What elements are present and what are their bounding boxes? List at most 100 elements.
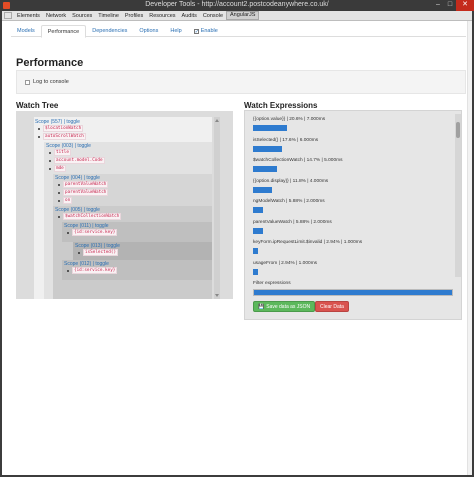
filter-label: Filter expressions (253, 281, 291, 286)
watch-expression-label: isSelected() | 17.6% | 6.000ms (253, 137, 319, 143)
watch-expression-row: isSelected() | 17.6% | 6.000ms (253, 137, 453, 152)
nav-options[interactable]: Options (133, 25, 164, 37)
enable-checkbox-icon[interactable]: ✓ (193, 29, 199, 35)
nav-dependencies[interactable]: Dependencies (86, 25, 133, 37)
watch-code: title (54, 149, 71, 156)
save-json-button[interactable]: 💾 Save data as JSON (253, 301, 316, 312)
watch-expression-bar (253, 207, 263, 213)
list-bullet (67, 232, 69, 234)
watch-expressions-heading: Watch Expressions (244, 101, 318, 110)
watch-vertical-scrollbar[interactable] (455, 114, 461, 277)
watch-expression-bar (253, 125, 287, 131)
enable-label: Enable (200, 28, 218, 34)
watch-code: on (63, 197, 73, 204)
watch-expression-bar (253, 268, 258, 275)
watch-expression-row: usageFrom | 2.94% | 1.000ms (253, 260, 453, 275)
watch-expressions-list[interactable]: {{option.value}} | 20.6% | 7.000ms isSele… (249, 114, 455, 277)
enable-toggle[interactable]: ✓ Enable (188, 25, 224, 37)
watch-expression-label: parentValueWatch | 5.88% | 2.000ms (253, 219, 332, 225)
watch-tree-scroll-area[interactable]: Scope (557) | toggle $locationWatch auto… (34, 117, 212, 299)
list-bullet (49, 152, 51, 154)
watch-expression-label: {{option.display}} | 11.8% | 4.000ms (253, 178, 329, 184)
scope-block: Scope (005) | toggle $watchCollectionWat… (53, 206, 212, 299)
watch-expression-row: {{option.display}} | 11.8% | 4.000ms (253, 178, 453, 193)
watch-code: isSelected() (83, 249, 119, 256)
watch-code: mde (54, 165, 66, 172)
watch-code: autoScrollWatch (43, 133, 86, 140)
watch-tree-heading: Watch Tree (16, 101, 59, 110)
log-options-box: Log to console (16, 70, 466, 94)
list-bullet (58, 192, 60, 194)
watch-expression-label: usageFrom | 2.94% | 1.000ms (253, 260, 318, 266)
watch-expression-row: {{option.value}} | 20.6% | 7.000ms (253, 117, 453, 131)
filter-expressions-input[interactable] (253, 289, 453, 296)
filter-bar-fill (254, 290, 452, 295)
scope-block: Scope (011) | toggle {id:service.key} (62, 222, 212, 242)
watch-expression-label: keyForm.ipRequestLimit.$invalid | 2.94% … (253, 240, 363, 245)
watch-tree-panel: Scope (557) | toggle $locationWatch auto… (16, 111, 233, 299)
list-bullet (58, 216, 60, 218)
watch-code: parentValueWatch (63, 189, 109, 196)
watch-expression-bar (253, 145, 283, 152)
tab-elements[interactable]: Elements (14, 13, 43, 19)
list-bullet (49, 160, 51, 162)
scope-block: Scope (004) | toggle parentValueWatch pa… (53, 174, 212, 299)
window-titlebar: Developer Tools - http://account2.postco… (0, 0, 474, 11)
scope-block: Scope (013) | toggle isSelected() (73, 242, 212, 260)
tab-console[interactable]: Console (200, 13, 226, 19)
list-bullet (67, 270, 69, 272)
tab-timeline[interactable]: Timeline (95, 13, 122, 19)
watch-expression-label: $watchCollectionWatch | 14.7% | 5.000ms (253, 158, 343, 163)
nav-models[interactable]: Models (11, 25, 41, 37)
watch-code: account.model.Code (54, 157, 105, 164)
watch-code: $locationWatch (43, 125, 84, 132)
batarang-nav: Models Performance Dependencies Options … (11, 25, 466, 38)
clear-data-button[interactable]: Clear Data (315, 301, 349, 312)
list-bullet (58, 200, 60, 202)
watch-expression-row: keyForm.ipRequestLimit.$invalid | 2.94% … (253, 240, 453, 254)
dock-icon[interactable] (4, 12, 12, 19)
watch-code: $watchCollectionWatch (63, 213, 122, 220)
watch-expression-row: ngModelWatch | 5.88% | 2.000ms (253, 199, 453, 213)
close-window-button[interactable]: ✕ (456, 0, 474, 11)
tab-resources[interactable]: Resources (146, 13, 178, 19)
tab-network[interactable]: Network (43, 13, 69, 19)
tab-profiles[interactable]: Profiles (122, 13, 146, 19)
minimize-button[interactable]: – (432, 0, 444, 11)
watch-code: {id:service.key} (72, 229, 118, 236)
scope-block: Scope (003) | toggle title account.model… (44, 142, 212, 299)
watch-expression-label: ngModelWatch | 5.88% | 2.000ms (253, 199, 325, 204)
tree-vertical-scrollbar[interactable] (214, 117, 220, 299)
watch-expression-row: $watchCollectionWatch | 14.7% | 5.000ms (253, 158, 453, 172)
nav-performance[interactable]: Performance (40, 25, 87, 38)
watch-expression-bar (253, 227, 263, 234)
log-to-console-label: Log to console (33, 79, 69, 85)
save-button-label: Save data as JSON (266, 304, 311, 310)
scroll-up-icon[interactable] (215, 119, 219, 122)
save-icon: 💾 (258, 304, 265, 310)
list-bullet (58, 184, 60, 186)
watch-code: parentValueWatch (63, 181, 109, 188)
tab-sources[interactable]: Sources (69, 13, 95, 19)
watch-expression-bar (253, 186, 273, 193)
filter-area: Filter expressions 💾 Save data as JSON Cl… (249, 281, 459, 317)
devtools-tabbar: Elements Network Sources Timeline Profil… (2, 11, 472, 21)
nav-help[interactable]: Help (164, 25, 187, 37)
scroll-down-icon[interactable] (215, 294, 219, 297)
list-bullet (78, 252, 80, 254)
watch-expression-bar (253, 166, 278, 172)
devtools-window: Elements Network Sources Timeline Profil… (2, 11, 472, 475)
scrollbar-thumb[interactable] (456, 122, 460, 138)
list-bullet (38, 136, 40, 138)
tab-angularjs[interactable]: AngularJS (226, 11, 260, 20)
tab-audits[interactable]: Audits (179, 13, 200, 19)
log-to-console-checkbox[interactable] (25, 80, 30, 85)
maximize-button[interactable]: □ (444, 0, 456, 11)
scope-block: Scope (012) | toggle {id:service.key} (62, 260, 212, 280)
page-title: Performance (16, 57, 84, 69)
watch-expression-label: {{option.value}} | 20.6% | 7.000ms (253, 117, 326, 122)
watch-expression-bar (253, 248, 258, 254)
watch-code: {id:service.key} (72, 267, 118, 274)
watch-expressions-panel: {{option.value}} | 20.6% | 7.000ms isSele… (244, 110, 462, 320)
page-vertical-scrollbar[interactable] (467, 21, 472, 475)
